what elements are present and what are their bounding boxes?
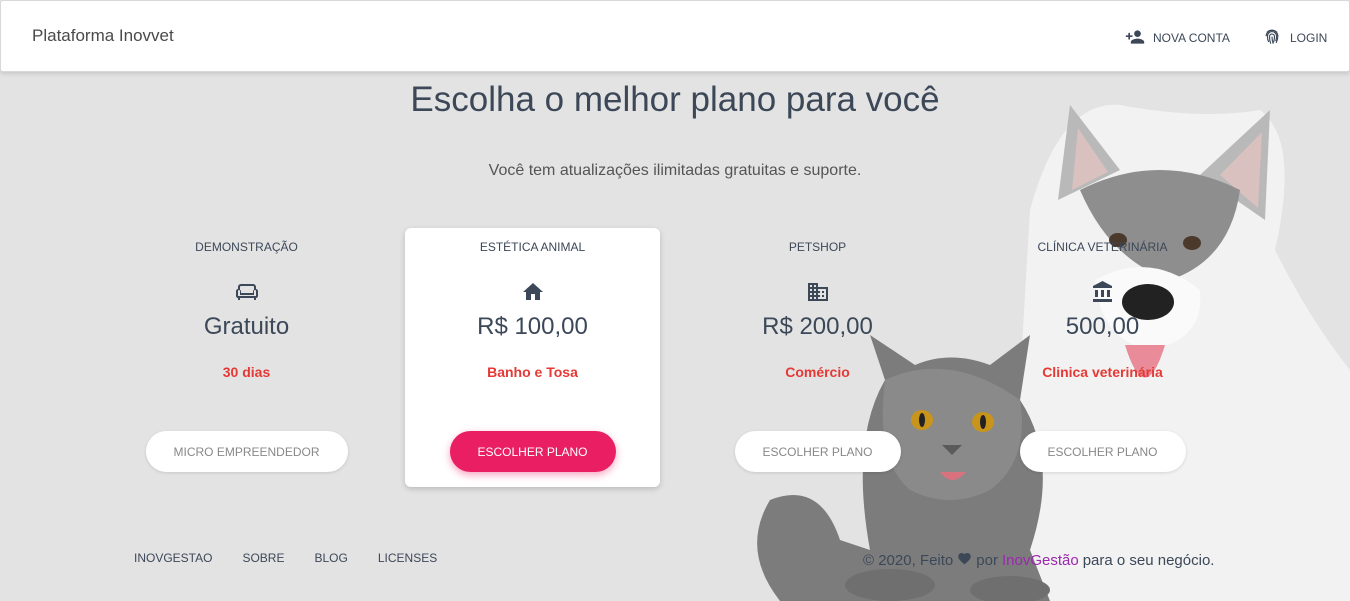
plan-description: 30 dias — [222, 364, 271, 380]
footer-nav: INOVGESTAO SOBRE BLOG LICENSES — [134, 551, 437, 565]
couch-icon — [119, 280, 374, 304]
footer-link-blog[interactable]: BLOG — [314, 551, 347, 565]
top-navbar: Plataforma Inovvet NOVA CONTA LOGIN — [0, 0, 1350, 72]
copyright-prefix: © 2020, Feito — [863, 551, 954, 569]
plan-price: R$ 100,00 — [477, 313, 588, 340]
login-label: LOGIN — [1290, 31, 1328, 45]
bank-icon — [975, 280, 1230, 304]
escolher-plano-button[interactable]: ESCOLHER PLANO — [734, 431, 901, 472]
plan-price: 500,00 — [1065, 313, 1140, 340]
footer-link-licenses[interactable]: LICENSES — [378, 551, 437, 565]
page-title: Escolha o melhor plano para você — [410, 80, 940, 119]
home-icon — [405, 280, 660, 304]
inovgestao-link[interactable]: InovGestão — [1002, 552, 1079, 569]
plan-description: Banho e Tosa — [487, 364, 578, 380]
plan-card-demonstracao: DEMONSTRAÇÃO Gratuito 30 dias MICRO EMPR… — [119, 228, 374, 487]
micro-empreendedor-button[interactable]: MICRO EMPREENDEDOR — [145, 431, 348, 472]
plan-price: Gratuito — [203, 313, 290, 340]
plan-category: PETSHOP — [788, 240, 847, 254]
brand-title[interactable]: Plataforma Inovvet — [32, 26, 174, 46]
escolher-plano-button[interactable]: ESCOLHER PLANO — [1019, 431, 1186, 472]
plan-card-estetica-animal: ESTÉTICA ANIMAL R$ 100,00 Banho e Tosa E… — [405, 228, 660, 487]
plan-price: R$ 200,00 — [762, 313, 873, 340]
business-icon — [690, 280, 945, 304]
plan-card-clinica-veterinaria: CLÍNICA VETERINÁRIA 500,00 Clinica veter… — [975, 228, 1230, 487]
login-link[interactable]: LOGIN — [1262, 27, 1327, 49]
copyright-by: por — [976, 551, 998, 569]
nova-conta-link[interactable]: NOVA CONTA — [1125, 27, 1230, 49]
copyright-suffix: para o seu negócio. — [1082, 551, 1215, 569]
nova-conta-label: NOVA CONTA — [1153, 31, 1230, 45]
plan-category: CLÍNICA VETERINÁRIA — [1037, 240, 1168, 254]
plan-card-petshop: PETSHOP R$ 200,00 Comércio ESCOLHER PLAN… — [690, 228, 945, 487]
heart-icon — [957, 551, 972, 569]
plan-description: Comércio — [785, 364, 850, 380]
copyright-text: © 2020, Feito por InovGestão para o seu … — [863, 551, 1214, 569]
escolher-plano-button[interactable]: ESCOLHER PLANO — [449, 431, 616, 472]
plan-category: DEMONSTRAÇÃO — [195, 240, 298, 254]
plan-description: Clinica veterinária — [1042, 364, 1163, 380]
person-add-icon — [1125, 27, 1145, 50]
footer-link-inovgestao[interactable]: INOVGESTAO — [134, 551, 212, 565]
page-subtitle: Você tem atualizações ilimitadas gratuit… — [488, 162, 862, 179]
plan-category: ESTÉTICA ANIMAL — [479, 240, 586, 254]
footer-link-sobre[interactable]: SOBRE — [242, 551, 284, 565]
fingerprint-icon — [1262, 27, 1282, 50]
